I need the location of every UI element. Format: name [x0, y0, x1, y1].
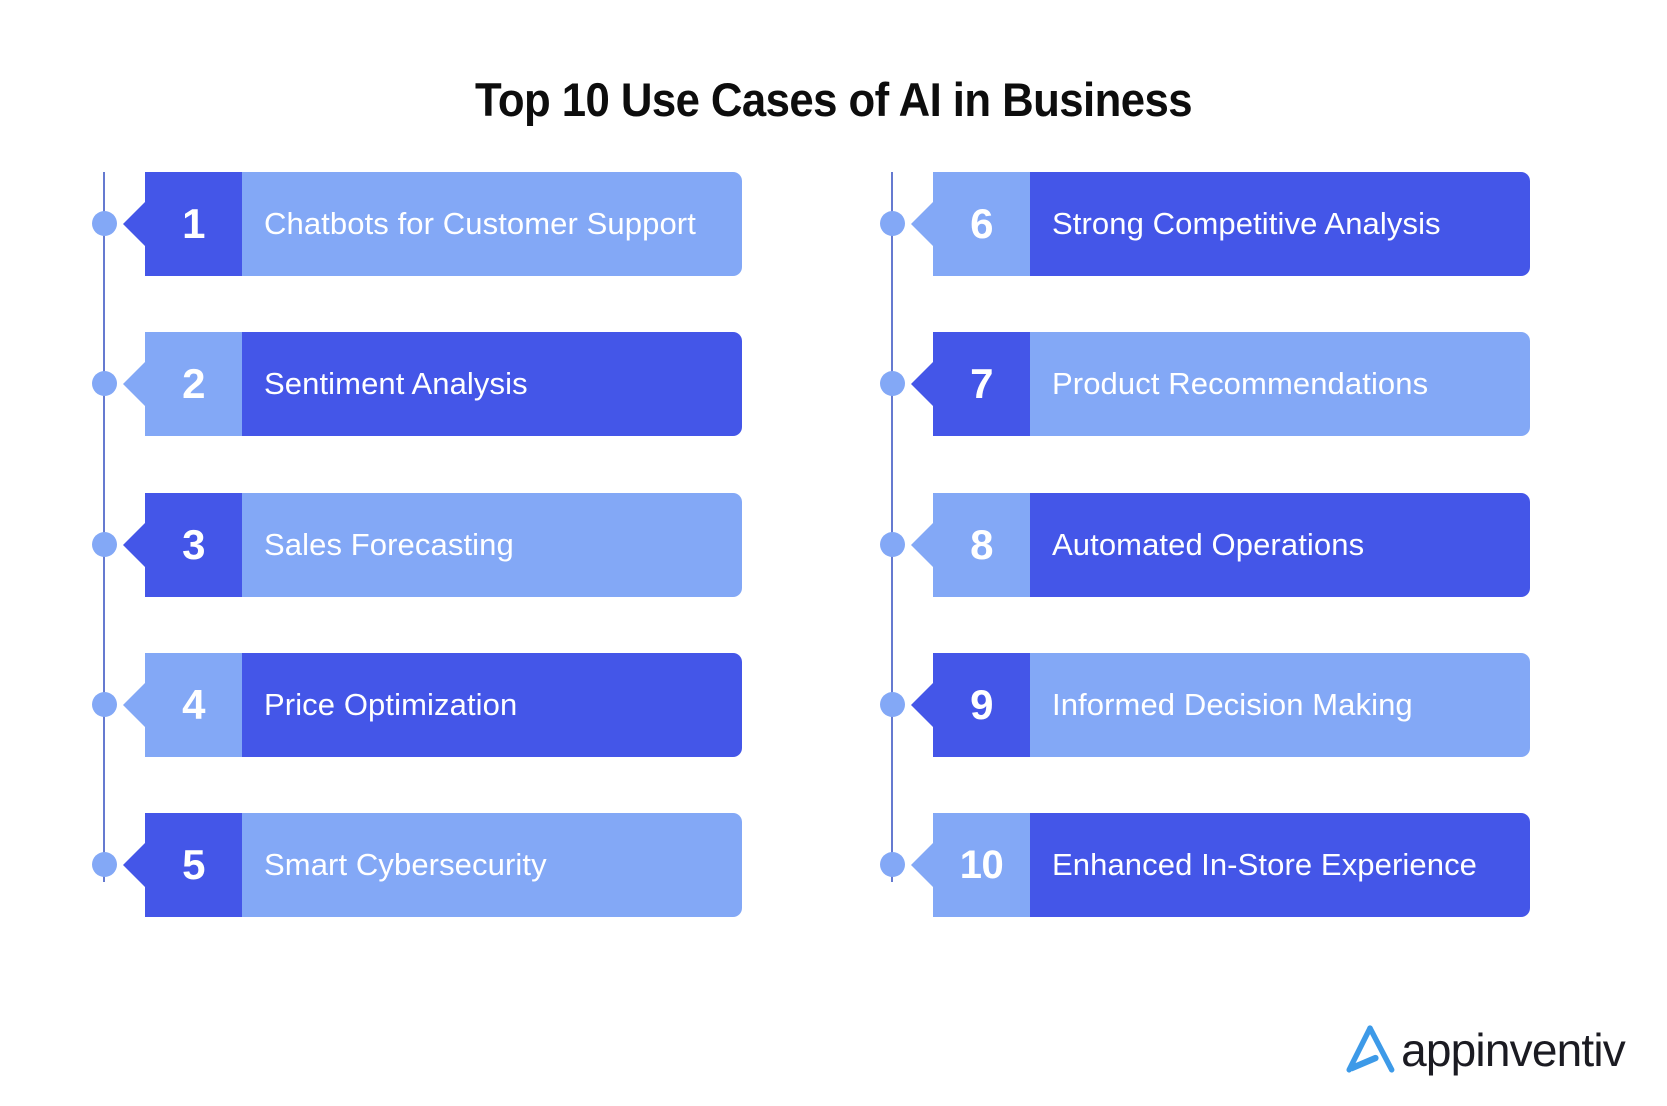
list-item[interactable]: 8 Automated Operations	[880, 493, 1530, 597]
infographic-board: 1 Chatbots for Customer Support 2 Sentim…	[0, 0, 1667, 1106]
list-item[interactable]: 9 Informed Decision Making	[880, 653, 1530, 757]
timeline-node-dot	[880, 532, 905, 557]
item-number: 8	[933, 493, 1030, 597]
appinventiv-logo: appinventiv	[1341, 1020, 1626, 1078]
appinventiv-wordmark: appinventiv	[1401, 1024, 1626, 1076]
item-label: Strong Competitive Analysis	[1030, 172, 1530, 276]
timeline-node-dot	[880, 852, 905, 877]
item-bar[interactable]: 8 Automated Operations	[911, 493, 1530, 597]
item-label: Enhanced In-Store Experience	[1030, 813, 1530, 917]
timeline-node-dot	[92, 211, 117, 236]
list-item[interactable]: 5 Smart Cybersecurity	[92, 813, 742, 917]
item-number: 9	[933, 653, 1030, 757]
item-bar[interactable]: 5 Smart Cybersecurity	[123, 813, 742, 917]
arrow-left-icon	[123, 202, 145, 246]
arrow-left-icon	[123, 843, 145, 887]
item-label: Sales Forecasting	[242, 493, 742, 597]
list-item[interactable]: 2 Sentiment Analysis	[92, 332, 742, 436]
arrow-left-icon	[123, 683, 145, 727]
list-item[interactable]: 10 Enhanced In-Store Experience	[880, 813, 1530, 917]
item-bar[interactable]: 6 Strong Competitive Analysis	[911, 172, 1530, 276]
list-item[interactable]: 3 Sales Forecasting	[92, 493, 742, 597]
timeline-node-dot	[92, 371, 117, 396]
item-label: Smart Cybersecurity	[242, 813, 742, 917]
item-bar[interactable]: 2 Sentiment Analysis	[123, 332, 742, 436]
list-item[interactable]: 6 Strong Competitive Analysis	[880, 172, 1530, 276]
list-item[interactable]: 7 Product Recommendations	[880, 332, 1530, 436]
item-bar[interactable]: 7 Product Recommendations	[911, 332, 1530, 436]
timeline-node-dot	[92, 852, 117, 877]
arrow-left-icon	[123, 362, 145, 406]
item-number: 4	[145, 653, 242, 757]
appinventiv-a-mark-icon	[1346, 1025, 1395, 1073]
list-item[interactable]: 1 Chatbots for Customer Support	[92, 172, 742, 276]
item-label: Product Recommendations	[1030, 332, 1530, 436]
arrow-left-icon	[911, 362, 933, 406]
item-bar[interactable]: 10 Enhanced In-Store Experience	[911, 813, 1530, 917]
arrow-left-icon	[911, 523, 933, 567]
item-label: Chatbots for Customer Support	[242, 172, 742, 276]
arrow-left-icon	[911, 202, 933, 246]
item-label: Sentiment Analysis	[242, 332, 742, 436]
item-label: Automated Operations	[1030, 493, 1530, 597]
item-bar[interactable]: 9 Informed Decision Making	[911, 653, 1530, 757]
item-label: Price Optimization	[242, 653, 742, 757]
arrow-left-icon	[911, 843, 933, 887]
item-label: Informed Decision Making	[1030, 653, 1530, 757]
item-number: 6	[933, 172, 1030, 276]
item-bar[interactable]: 1 Chatbots for Customer Support	[123, 172, 742, 276]
item-bar[interactable]: 3 Sales Forecasting	[123, 493, 742, 597]
timeline-node-dot	[880, 692, 905, 717]
item-number: 7	[933, 332, 1030, 436]
item-number: 10	[933, 813, 1030, 917]
timeline-node-dot	[92, 532, 117, 557]
arrow-left-icon	[911, 683, 933, 727]
item-bar[interactable]: 4 Price Optimization	[123, 653, 742, 757]
timeline-node-dot	[880, 371, 905, 396]
timeline-node-dot	[92, 692, 117, 717]
list-item[interactable]: 4 Price Optimization	[92, 653, 742, 757]
arrow-left-icon	[123, 523, 145, 567]
item-number: 1	[145, 172, 242, 276]
item-number: 5	[145, 813, 242, 917]
item-number: 2	[145, 332, 242, 436]
timeline-node-dot	[880, 211, 905, 236]
item-number: 3	[145, 493, 242, 597]
